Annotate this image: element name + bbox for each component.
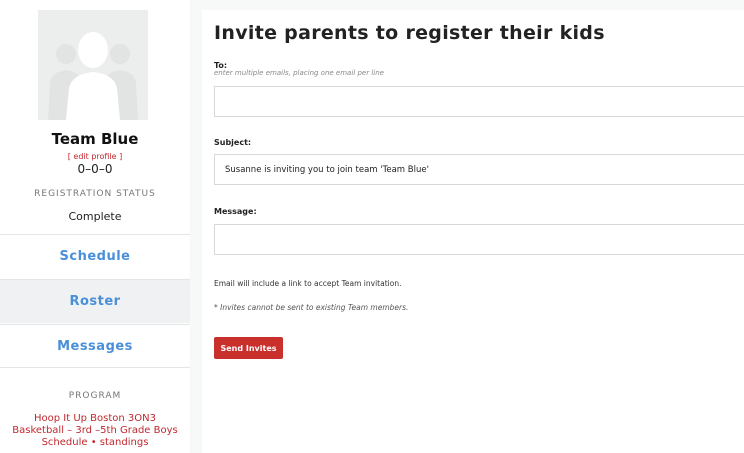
page-title: Invite parents to register their kids bbox=[214, 22, 605, 44]
send-invites-button[interactable]: Send Invites bbox=[214, 337, 283, 359]
program-label: PROGRAM bbox=[68, 391, 122, 401]
program-info: Hoop It Up Boston 3ON3 Basketball – 3rd … bbox=[0, 413, 190, 449]
team-record: 0–0–0 bbox=[77, 162, 113, 176]
program-standings-link[interactable]: standings bbox=[100, 437, 149, 448]
existing-members-note: * Invites cannot be sent to existing Tea… bbox=[214, 303, 409, 312]
nav-messages[interactable]: Messages bbox=[0, 324, 190, 368]
avatar bbox=[38, 10, 148, 120]
team-name: Team Blue bbox=[51, 130, 139, 148]
team-silhouette-icon bbox=[48, 32, 138, 120]
sidebar: Team Blue [ edit profile ] 0–0–0 REGISTR… bbox=[0, 0, 190, 453]
nav-schedule[interactable]: Schedule bbox=[0, 234, 190, 278]
program-division-link[interactable]: Basketball – 3rd –5th Grade Boys bbox=[12, 425, 178, 436]
program-schedule-link[interactable]: Schedule bbox=[42, 437, 88, 448]
program-separator: • bbox=[90, 437, 97, 448]
to-emails-input[interactable] bbox=[214, 86, 744, 117]
nav-roster[interactable]: Roster bbox=[0, 279, 190, 323]
invitation-note: Email will include a link to accept Team… bbox=[214, 279, 402, 288]
registration-status-value: Complete bbox=[68, 210, 122, 223]
message-input[interactable] bbox=[214, 224, 744, 255]
edit-profile-link[interactable]: [ edit profile ] bbox=[0, 152, 190, 161]
program-name-link[interactable]: Hoop It Up Boston 3ON3 bbox=[34, 413, 156, 424]
invite-panel: Invite parents to register their kids To… bbox=[202, 10, 744, 453]
to-hint: enter multiple emails, placing one email… bbox=[214, 69, 384, 77]
message-label: Message: bbox=[214, 207, 257, 216]
registration-status-label: REGISTRATION STATUS bbox=[34, 189, 156, 199]
subject-label: Subject: bbox=[214, 138, 252, 147]
subject-input[interactable] bbox=[214, 154, 744, 185]
